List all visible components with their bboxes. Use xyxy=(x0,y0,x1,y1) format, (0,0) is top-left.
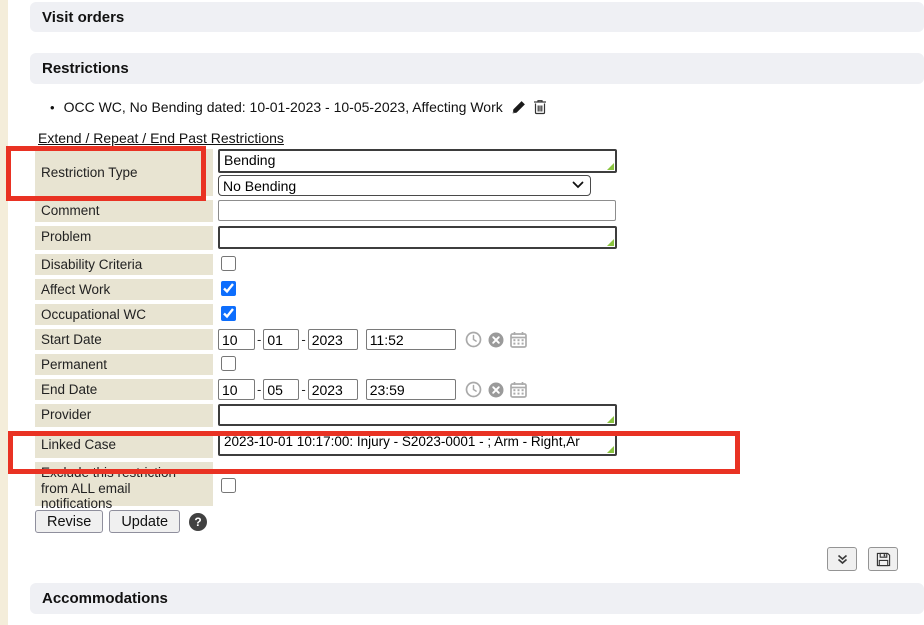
save-disk-icon xyxy=(876,552,891,567)
bullet: • xyxy=(50,100,55,115)
extend-repeat-end-link[interactable]: Extend / Repeat / End Past Restrictions xyxy=(38,130,284,146)
affect-work-label: Affect Work xyxy=(35,279,213,300)
clear-circle-icon[interactable] xyxy=(488,382,504,398)
update-button[interactable]: Update xyxy=(109,510,180,533)
restriction-type-label: Restriction Type xyxy=(35,149,213,196)
restriction-list-item: • OCC WC, No Bending dated: 10-01-2023 -… xyxy=(50,99,547,115)
disability-criteria-checkbox[interactable] xyxy=(221,256,236,271)
form-row-occupational-wc: Occupational WC xyxy=(35,304,675,325)
comment-label: Comment xyxy=(35,200,213,222)
clock-icon[interactable] xyxy=(465,331,482,348)
revise-button[interactable]: Revise xyxy=(35,510,103,533)
exclude-email-checkbox[interactable] xyxy=(221,478,236,493)
restrictions-title: Restrictions xyxy=(42,60,129,77)
clear-circle-icon[interactable] xyxy=(488,332,504,348)
form-row-affect-work: Affect Work xyxy=(35,279,675,300)
start-year-input[interactable] xyxy=(308,329,358,350)
start-date-label: Start Date xyxy=(35,329,213,350)
end-time-input[interactable] xyxy=(366,379,456,400)
problem-wrap xyxy=(218,226,617,249)
form-row-exclude-email: Exclude this restriction from ALL email … xyxy=(35,462,675,506)
permanent-label: Permanent xyxy=(35,354,213,375)
linked-case-label: Linked Case xyxy=(35,431,213,458)
date-dash: - xyxy=(301,382,305,397)
pencil-icon[interactable] xyxy=(511,100,526,115)
form-row-comment: Comment xyxy=(35,200,675,222)
affect-work-checkbox[interactable] xyxy=(221,281,236,296)
provider-wrap xyxy=(218,404,617,426)
form-row-restriction-type: Restriction Type Bending No Bending xyxy=(35,149,675,196)
linked-case-wrap: 2023-10-01 10:17:00: Injury - S2023-0001… xyxy=(218,431,617,456)
end-year-input[interactable] xyxy=(308,379,358,400)
restriction-category-wrap: Bending xyxy=(218,149,617,173)
form-row-problem: Problem xyxy=(35,226,675,250)
problem-field[interactable] xyxy=(218,226,617,249)
provider-field[interactable] xyxy=(218,404,617,426)
end-day-input[interactable] xyxy=(263,379,299,400)
linked-case-field[interactable]: 2023-10-01 10:17:00: Injury - S2023-0001… xyxy=(218,431,617,456)
trash-icon[interactable] xyxy=(533,99,547,115)
form-row-linked-case: Linked Case 2023-10-01 10:17:00: Injury … xyxy=(35,431,675,458)
form-row-start-date: Start Date - - xyxy=(35,329,675,350)
permanent-checkbox[interactable] xyxy=(221,356,236,371)
section-header-accommodations: Accommodations xyxy=(30,583,924,614)
disability-criteria-label: Disability Criteria xyxy=(35,254,213,275)
comment-input[interactable] xyxy=(218,200,616,221)
restriction-item-text: OCC WC, No Bending dated: 10-01-2023 - 1… xyxy=(64,99,503,115)
occupational-wc-label: Occupational WC xyxy=(35,304,213,325)
exclude-email-label: Exclude this restriction from ALL email … xyxy=(35,462,213,506)
occupational-wc-checkbox[interactable] xyxy=(221,306,236,321)
section-header-visit-orders: Visit orders xyxy=(30,2,924,32)
problem-label: Problem xyxy=(35,226,213,250)
date-dash: - xyxy=(301,332,305,347)
restriction-form: Restriction Type Bending No Bending Comm… xyxy=(35,149,675,533)
start-time-input[interactable] xyxy=(366,329,456,350)
section-header-restrictions: Restrictions xyxy=(30,53,924,84)
visit-orders-title: Visit orders xyxy=(42,9,124,26)
form-row-permanent: Permanent xyxy=(35,354,675,375)
form-row-disability-criteria: Disability Criteria xyxy=(35,254,675,275)
date-dash: - xyxy=(257,332,261,347)
calendar-icon[interactable] xyxy=(510,331,527,348)
clock-icon[interactable] xyxy=(465,381,482,398)
restriction-type-select[interactable]: No Bending xyxy=(218,175,591,196)
date-dash: - xyxy=(257,382,261,397)
end-month-input[interactable] xyxy=(218,379,255,400)
double-chevron-down-icon xyxy=(836,553,849,566)
start-day-input[interactable] xyxy=(263,329,299,350)
end-date-label: End Date xyxy=(35,379,213,400)
help-icon[interactable]: ? xyxy=(189,513,207,531)
form-buttons: Revise Update ? xyxy=(35,510,675,533)
left-margin-strip xyxy=(0,0,8,625)
provider-label: Provider xyxy=(35,404,213,427)
collapse-section-button[interactable] xyxy=(827,547,857,571)
save-button[interactable] xyxy=(868,547,898,571)
form-row-end-date: End Date - - xyxy=(35,379,675,400)
page: Visit orders Restrictions • OCC WC, No B… xyxy=(0,0,924,625)
restriction-category-field[interactable]: Bending xyxy=(218,149,617,173)
start-month-input[interactable] xyxy=(218,329,255,350)
calendar-icon[interactable] xyxy=(510,381,527,398)
accommodations-title: Accommodations xyxy=(42,590,168,607)
form-row-provider: Provider xyxy=(35,404,675,427)
